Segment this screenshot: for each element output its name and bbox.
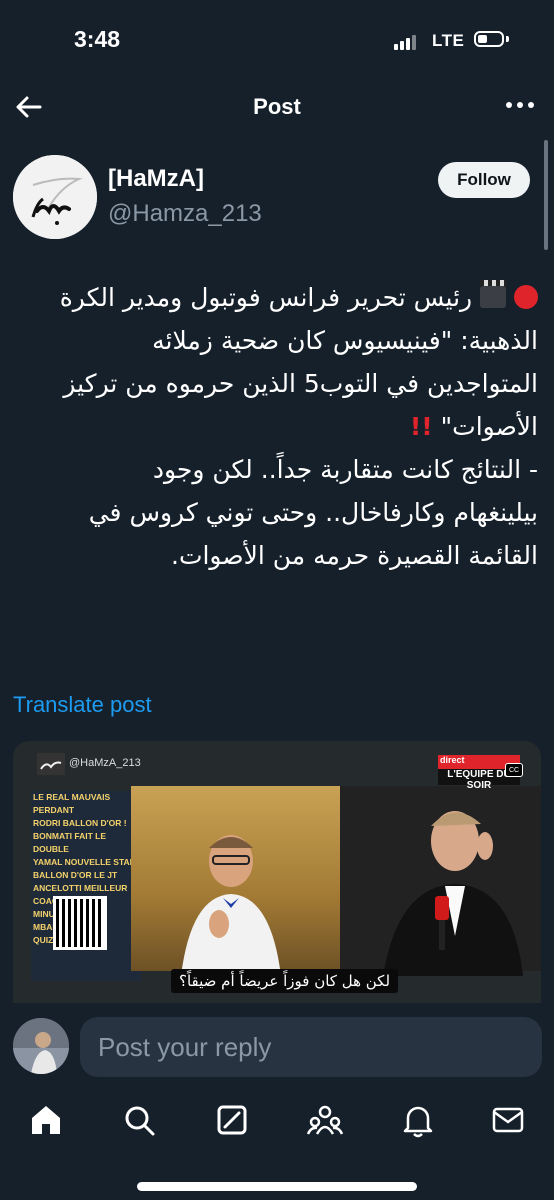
notifications-icon[interactable] (398, 1100, 438, 1140)
red-circle-icon (514, 285, 538, 309)
grok-icon[interactable] (212, 1100, 252, 1140)
post-text: رئيس تحرير فرانس فوتبول ومدير الكرة الذه… (10, 276, 538, 577)
translate-post-link[interactable]: Translate post (13, 692, 152, 718)
communities-icon[interactable] (305, 1100, 345, 1140)
captions-button[interactable]: CC (505, 763, 523, 777)
home-indicator (137, 1182, 417, 1191)
signal-icon (394, 34, 420, 50)
author-name[interactable]: [HaMzA] (108, 165, 204, 193)
video-subtitle: لكن هل كان فوزاً عريضاً أم ضيقاً؟ (171, 969, 399, 993)
page-title: Post (253, 94, 301, 119)
home-icon[interactable] (26, 1100, 66, 1140)
network-label: LTE (432, 31, 465, 50)
info-line: RODRI BALLON D'OR ! (33, 818, 127, 828)
post-line-3: المتواجدين في التوب5 الذين حرموه من تركي… (63, 369, 538, 398)
video-watermark: @HaMzA_213 (69, 757, 141, 769)
bottom-tab-bar (0, 1090, 554, 1200)
author-handle[interactable]: @Hamza_213 (108, 200, 262, 228)
info-line: BONMATI FAIT LE DOUBLE (33, 831, 107, 854)
status-time: 3:48 (74, 26, 121, 52)
watermark-logo-icon (37, 753, 65, 775)
post-line-1: رئيس تحرير فرانس فوتبول ومدير الكرة (59, 283, 473, 312)
battery-icon (474, 31, 504, 47)
video-media[interactable]: @HaMzA_213 LE REAL MAUVAIS PERDANT RODRI… (13, 741, 541, 1003)
search-icon[interactable] (119, 1100, 159, 1140)
battery-cap (506, 36, 509, 42)
more-horizontal-icon[interactable] (506, 102, 534, 108)
reply-avatar[interactable] (13, 1018, 69, 1074)
presenter-figure (181, 835, 281, 976)
top-bar: Post (0, 84, 554, 130)
reply-input[interactable]: Post your reply (80, 1017, 542, 1077)
post-line-7: القائمة القصيرة حرمه من الأصوات. (171, 541, 538, 570)
post-line-5: - النتائج كانت متقاربة جداً.. لكن وجود (152, 455, 538, 484)
double-exclamation-icon: !! (409, 412, 433, 441)
info-line: LE REAL MAUVAIS PERDANT (33, 792, 111, 815)
follow-button[interactable]: Follow (438, 162, 530, 198)
scrollbar[interactable] (544, 140, 548, 250)
clapperboard-icon (480, 280, 507, 308)
messages-icon[interactable] (488, 1100, 528, 1140)
post-line-6: بيلينغهام وكارفاخال.. وحتى توني كروس في (88, 498, 538, 527)
avatar[interactable] (13, 155, 97, 239)
post-line-4: الأصوات" (440, 412, 538, 441)
interviewee-figure (383, 811, 523, 976)
info-line: YAMAL NOUVELLE STAR (33, 857, 136, 867)
post-line-2: الذهبية: "فينيسيوس كان ضحية زملائه (152, 326, 538, 355)
info-line: BALLON D'OR LE JT (33, 870, 118, 880)
qr-code (53, 896, 107, 950)
status-bar: 3:48 LTE (0, 0, 554, 84)
reply-bar: Post your reply (0, 1003, 554, 1090)
